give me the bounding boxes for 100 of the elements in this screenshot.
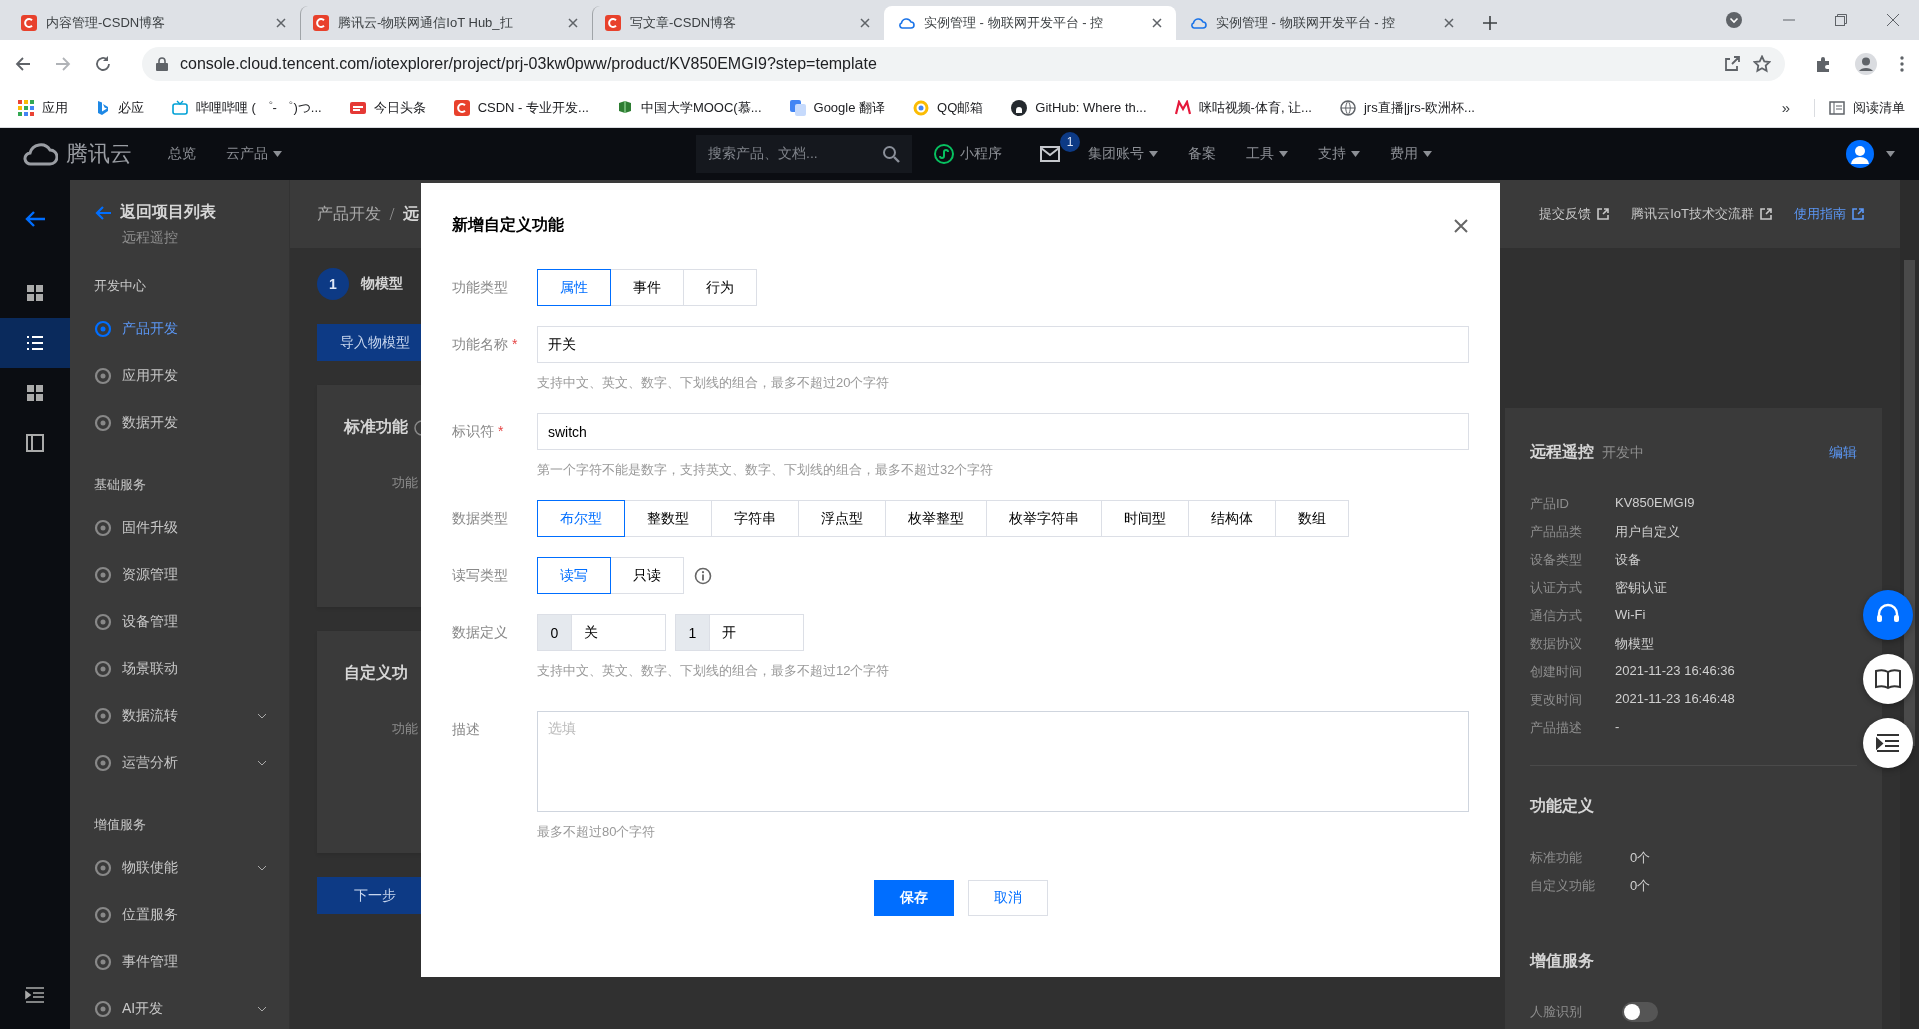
close-icon[interactable] (566, 16, 580, 30)
sidebar-item[interactable]: 场景联动 (94, 645, 289, 692)
bookmark[interactable]: 咪咕视频-体育, 让... (1170, 95, 1316, 120)
search-field[interactable]: 搜索产品、文档... (696, 135, 912, 173)
input-field[interactable]: switch (537, 413, 1469, 450)
nav-item[interactable]: 集团账号 (1088, 145, 1158, 163)
browser-tab[interactable]: 实例管理 - 物联网开发平台 - 控 (884, 6, 1176, 40)
reload-icon[interactable] (94, 55, 112, 73)
back-icon[interactable] (14, 55, 32, 73)
card-title: 标准功能 (344, 417, 408, 437)
segment-option[interactable]: 枚举字符串 (986, 500, 1102, 537)
sidebar-item[interactable]: 数据流转 (94, 692, 289, 739)
bookmark[interactable]: 哔哩哔哩 ( ゜- ゜)つ... (168, 95, 326, 120)
nav-item[interactable]: 支持 (1318, 145, 1360, 163)
field-label: 认证方式 (1530, 579, 1583, 597)
input-field[interactable]: 开关 (537, 326, 1469, 363)
external-link-icon (1597, 208, 1610, 220)
close-icon[interactable] (1453, 217, 1469, 234)
close-icon[interactable] (1887, 14, 1899, 26)
share-icon[interactable] (1723, 55, 1741, 73)
field-label: 更改时间 (1530, 691, 1583, 709)
back-link[interactable]: 返回项目列表 (94, 202, 289, 223)
segment-option[interactable]: 结构体 (1188, 500, 1276, 537)
profile-icon[interactable] (1855, 53, 1877, 75)
bookmark[interactable]: CSDN - 专业开发... (449, 95, 593, 120)
sidebar-item[interactable]: 产品开发 (94, 305, 289, 352)
bookmark[interactable]: 今日头条 (345, 95, 430, 120)
segment-option[interactable]: 枚举整型 (885, 500, 987, 537)
bookmark[interactable]: GitHub: Where th... (1007, 96, 1151, 119)
nav-item[interactable]: 费用 (1390, 145, 1432, 163)
segment-option[interactable]: 浮点型 (798, 500, 886, 537)
caret-icon (1149, 151, 1158, 157)
avatar-icon[interactable] (1846, 140, 1874, 168)
caret-icon (1423, 151, 1432, 157)
external-link[interactable]: 使用指南 (1794, 205, 1864, 223)
new-tab-icon[interactable] (1482, 15, 1498, 31)
sidebar-item[interactable]: 数据开发 (94, 399, 289, 446)
field-value: 用户自定义 (1615, 523, 1681, 541)
mini-program-link[interactable]: 小程序 (934, 144, 1002, 164)
segment-option[interactable]: 整数型 (624, 500, 712, 537)
mail-icon[interactable] (1040, 146, 1060, 162)
star-icon[interactable] (1753, 55, 1771, 73)
nav-item[interactable]: 备案 (1188, 145, 1216, 163)
browser-tab[interactable]: 实例管理 - 物联网开发平台 - 控 (1176, 6, 1468, 40)
close-icon[interactable] (1150, 16, 1164, 30)
bookmark[interactable]: Google 翻译 (785, 95, 890, 120)
external-link[interactable]: 提交反馈 (1539, 205, 1610, 223)
reading-list-button[interactable]: 阅读清单 (1814, 98, 1905, 117)
breadcrumb-item[interactable]: 产品开发 (317, 203, 381, 225)
menu-icon[interactable] (1899, 55, 1905, 73)
restore-icon[interactable] (1835, 14, 1847, 26)
close-icon[interactable] (1442, 16, 1456, 30)
bookmark[interactable]: jrs直播|jrs-欧洲杯... (1335, 95, 1479, 120)
scrollbar[interactable] (1900, 180, 1919, 1029)
bookmark[interactable]: QQ邮箱 (909, 95, 988, 120)
segment-option[interactable]: 时间型 (1101, 500, 1189, 537)
segment-option[interactable]: 属性 (537, 269, 611, 306)
segment-option[interactable]: 事件 (610, 269, 684, 306)
save-button[interactable]: 保存 (873, 880, 954, 916)
segment-option[interactable]: 读写 (537, 557, 611, 594)
list-icon (26, 334, 44, 352)
segment-option[interactable]: 字符串 (711, 500, 799, 537)
sidebar-item[interactable]: 事件管理 (94, 938, 289, 985)
bookmark[interactable]: 中国大学MOOC(慕... (612, 95, 766, 120)
sidebar-item[interactable]: AI开发 (94, 985, 289, 1029)
nav-item[interactable]: 云产品 (226, 145, 282, 163)
field-value: 2021-11-23 16:46:48 (1615, 691, 1736, 708)
sidebar-item[interactable]: 固件升级 (94, 504, 289, 551)
collapse-icon[interactable] (25, 987, 45, 1003)
more-bookmarks-button[interactable]: » (1777, 99, 1794, 116)
close-icon[interactable] (274, 16, 288, 30)
toggle-switch[interactable] (1622, 1002, 1658, 1022)
rail-item[interactable] (0, 318, 70, 368)
segment-option[interactable]: 行为 (683, 269, 757, 306)
cancel-button[interactable]: 取消 (967, 880, 1048, 916)
external-link[interactable]: 腾讯云IoT技术交流群 (1631, 205, 1772, 223)
bookmark[interactable]: 应用 (14, 95, 72, 120)
nav-item[interactable]: 工具 (1246, 145, 1288, 163)
browser-tab[interactable]: 内容管理-CSDN博客 (8, 6, 300, 40)
edit-link[interactable]: 编辑 (1829, 444, 1857, 462)
back-arrow-icon (94, 204, 112, 221)
back-arrow-icon[interactable] (24, 210, 46, 228)
close-icon[interactable] (858, 16, 872, 30)
address-bar[interactable]: console.cloud.tencent.com/iotexplorer/project/prj-03kw0pww/product/KV850EMGI9?step=template (142, 47, 1785, 81)
info-icon[interactable] (694, 566, 712, 585)
sidebar-item[interactable]: 资源管理 (94, 551, 289, 598)
dropdown-icon[interactable] (1725, 11, 1743, 29)
sidebar-item[interactable]: 物联使能 (94, 844, 289, 891)
segment-option[interactable]: 只读 (610, 557, 684, 594)
field-label: 数据定义 (452, 623, 508, 642)
sidebar-item[interactable]: 设备管理 (94, 598, 289, 645)
sidebar-item[interactable]: 运营分析 (94, 739, 289, 786)
segment-option[interactable]: 数组 (1275, 500, 1349, 537)
sidebar-item[interactable]: 应用开发 (94, 352, 289, 399)
ring-icon (94, 858, 112, 877)
panel-icon (26, 434, 44, 452)
nav-item[interactable]: 总览 (168, 145, 196, 163)
bookmark[interactable]: 必应 (92, 95, 148, 120)
segment-option[interactable]: 布尔型 (537, 500, 625, 537)
sidebar-item[interactable]: 位置服务 (94, 891, 289, 938)
